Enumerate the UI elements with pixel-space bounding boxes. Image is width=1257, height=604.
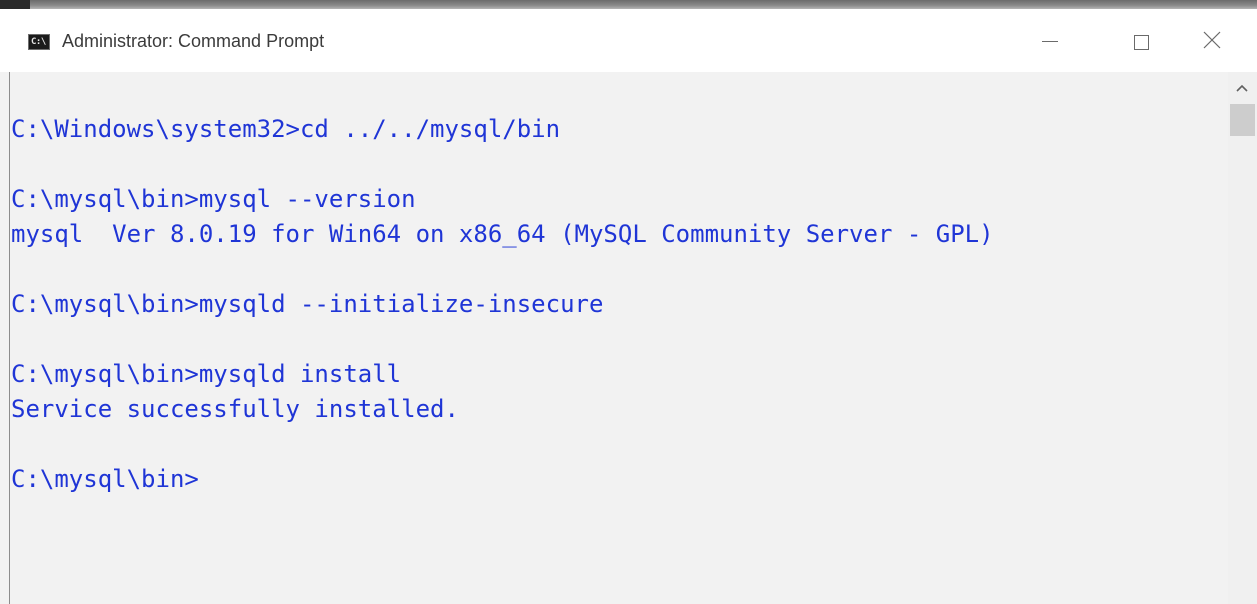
minimize-button[interactable] bbox=[1018, 18, 1078, 64]
console-line: C:\Windows\system32>cd ../../mysql/bin bbox=[11, 115, 561, 143]
top-edge bbox=[0, 0, 1257, 9]
console-line: C:\mysql\bin>mysqld --initialize-insecur… bbox=[11, 290, 604, 318]
console-line: Service successfully installed. bbox=[11, 395, 459, 423]
console-line: C:\mysql\bin>mysqld install bbox=[11, 360, 402, 388]
chevron-up-icon[interactable] bbox=[1236, 83, 1248, 93]
scrollbar-thumb[interactable] bbox=[1230, 104, 1255, 136]
command-prompt-window: C:\ Administrator: Command Prompt C:\Win… bbox=[0, 0, 1257, 604]
maximize-button[interactable] bbox=[1110, 18, 1170, 64]
title-bar[interactable]: C:\ Administrator: Command Prompt bbox=[0, 9, 1257, 72]
top-edge-dark bbox=[0, 0, 30, 9]
left-margin bbox=[0, 72, 9, 604]
cmd-icon[interactable]: C:\ bbox=[28, 34, 50, 50]
close-button[interactable] bbox=[1180, 18, 1240, 64]
window-title: Administrator: Command Prompt bbox=[62, 31, 325, 51]
console-area[interactable]: C:\Windows\system32>cd ../../mysql/bin C:… bbox=[9, 72, 1228, 604]
maximize-icon bbox=[1134, 35, 1149, 50]
console-line: mysql Ver 8.0.19 for Win64 on x86_64 (My… bbox=[11, 220, 994, 248]
console-output: C:\Windows\system32>cd ../../mysql/bin C:… bbox=[11, 112, 994, 497]
close-icon bbox=[1203, 31, 1221, 49]
minimize-icon bbox=[1042, 41, 1058, 42]
console-line: C:\mysql\bin> bbox=[11, 465, 199, 493]
console-line: C:\mysql\bin>mysql --version bbox=[11, 185, 416, 213]
vertical-scrollbar[interactable] bbox=[1228, 72, 1257, 604]
